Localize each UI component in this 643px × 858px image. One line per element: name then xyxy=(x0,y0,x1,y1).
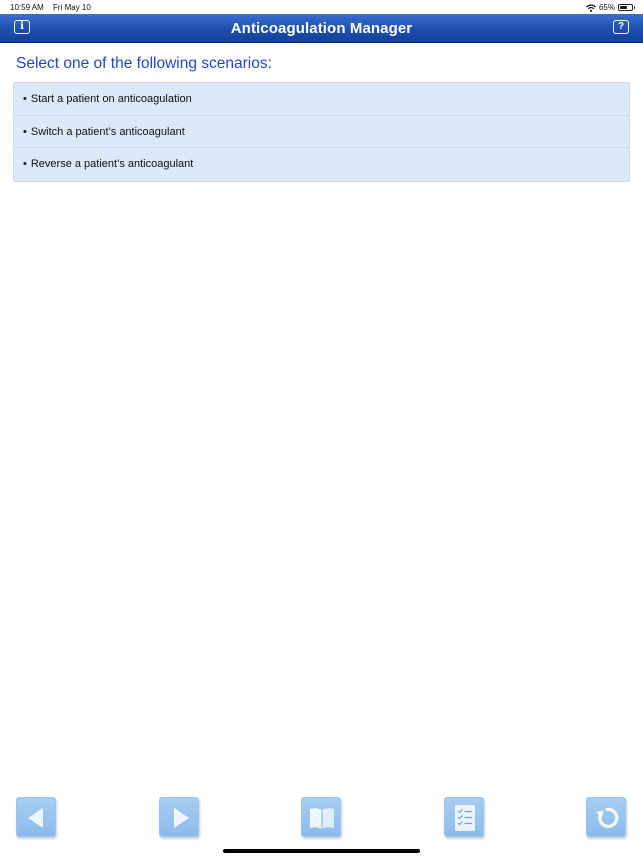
refresh-button[interactable] xyxy=(586,797,626,837)
wifi-icon xyxy=(586,3,596,12)
forward-button[interactable] xyxy=(159,797,199,837)
scenario-label: Reverse a patient’s anticoagulant xyxy=(30,158,194,170)
scenario-list: • Start a patient on anticoagulation • Swi… xyxy=(13,82,630,182)
back-button[interactable] xyxy=(16,797,56,837)
battery-percentage: 65% xyxy=(598,3,615,12)
home-indicator[interactable] xyxy=(223,849,420,853)
scenario-item-start[interactable]: • Start a patient on anticoagulation xyxy=(14,83,629,116)
status-bar: 10:59 AM Fri May 10 65% xyxy=(0,0,643,14)
arrow-left-icon xyxy=(28,808,43,828)
scenario-label: Switch a patient’s anticoagulant xyxy=(30,125,185,138)
checklist-button[interactable] xyxy=(444,797,484,837)
refresh-icon xyxy=(596,807,619,828)
navigation-bar: i Anticoagulation Manager ? xyxy=(0,14,643,43)
status-time: 10:59 AM xyxy=(10,3,44,12)
scenario-item-reverse[interactable]: • Reverse a patient’s anticoagulant xyxy=(14,148,629,181)
status-time-date: 10:59 AM Fri May 10 xyxy=(10,3,91,12)
scenario-item-switch[interactable]: • Switch a patient’s anticoagulant xyxy=(14,116,629,148)
help-button[interactable]: ? xyxy=(613,20,629,34)
bullet-icon: • xyxy=(23,93,27,105)
checklist-icon xyxy=(455,805,475,831)
arrow-right-icon xyxy=(174,808,189,828)
page-title: Anticoagulation Manager xyxy=(230,20,413,37)
scenario-label: Start a patient on anticoagulation xyxy=(30,93,192,105)
battery-fill xyxy=(620,6,628,9)
status-date: Fri May 10 xyxy=(53,3,91,12)
reference-book-button[interactable] xyxy=(301,797,341,837)
bullet-icon: • xyxy=(23,158,27,170)
battery-icon xyxy=(618,4,635,11)
status-indicators: 65% xyxy=(586,3,635,12)
bullet-icon: • xyxy=(23,125,27,138)
scenario-heading: Select one of the following scenarios: xyxy=(16,55,272,72)
book-icon xyxy=(310,808,334,829)
